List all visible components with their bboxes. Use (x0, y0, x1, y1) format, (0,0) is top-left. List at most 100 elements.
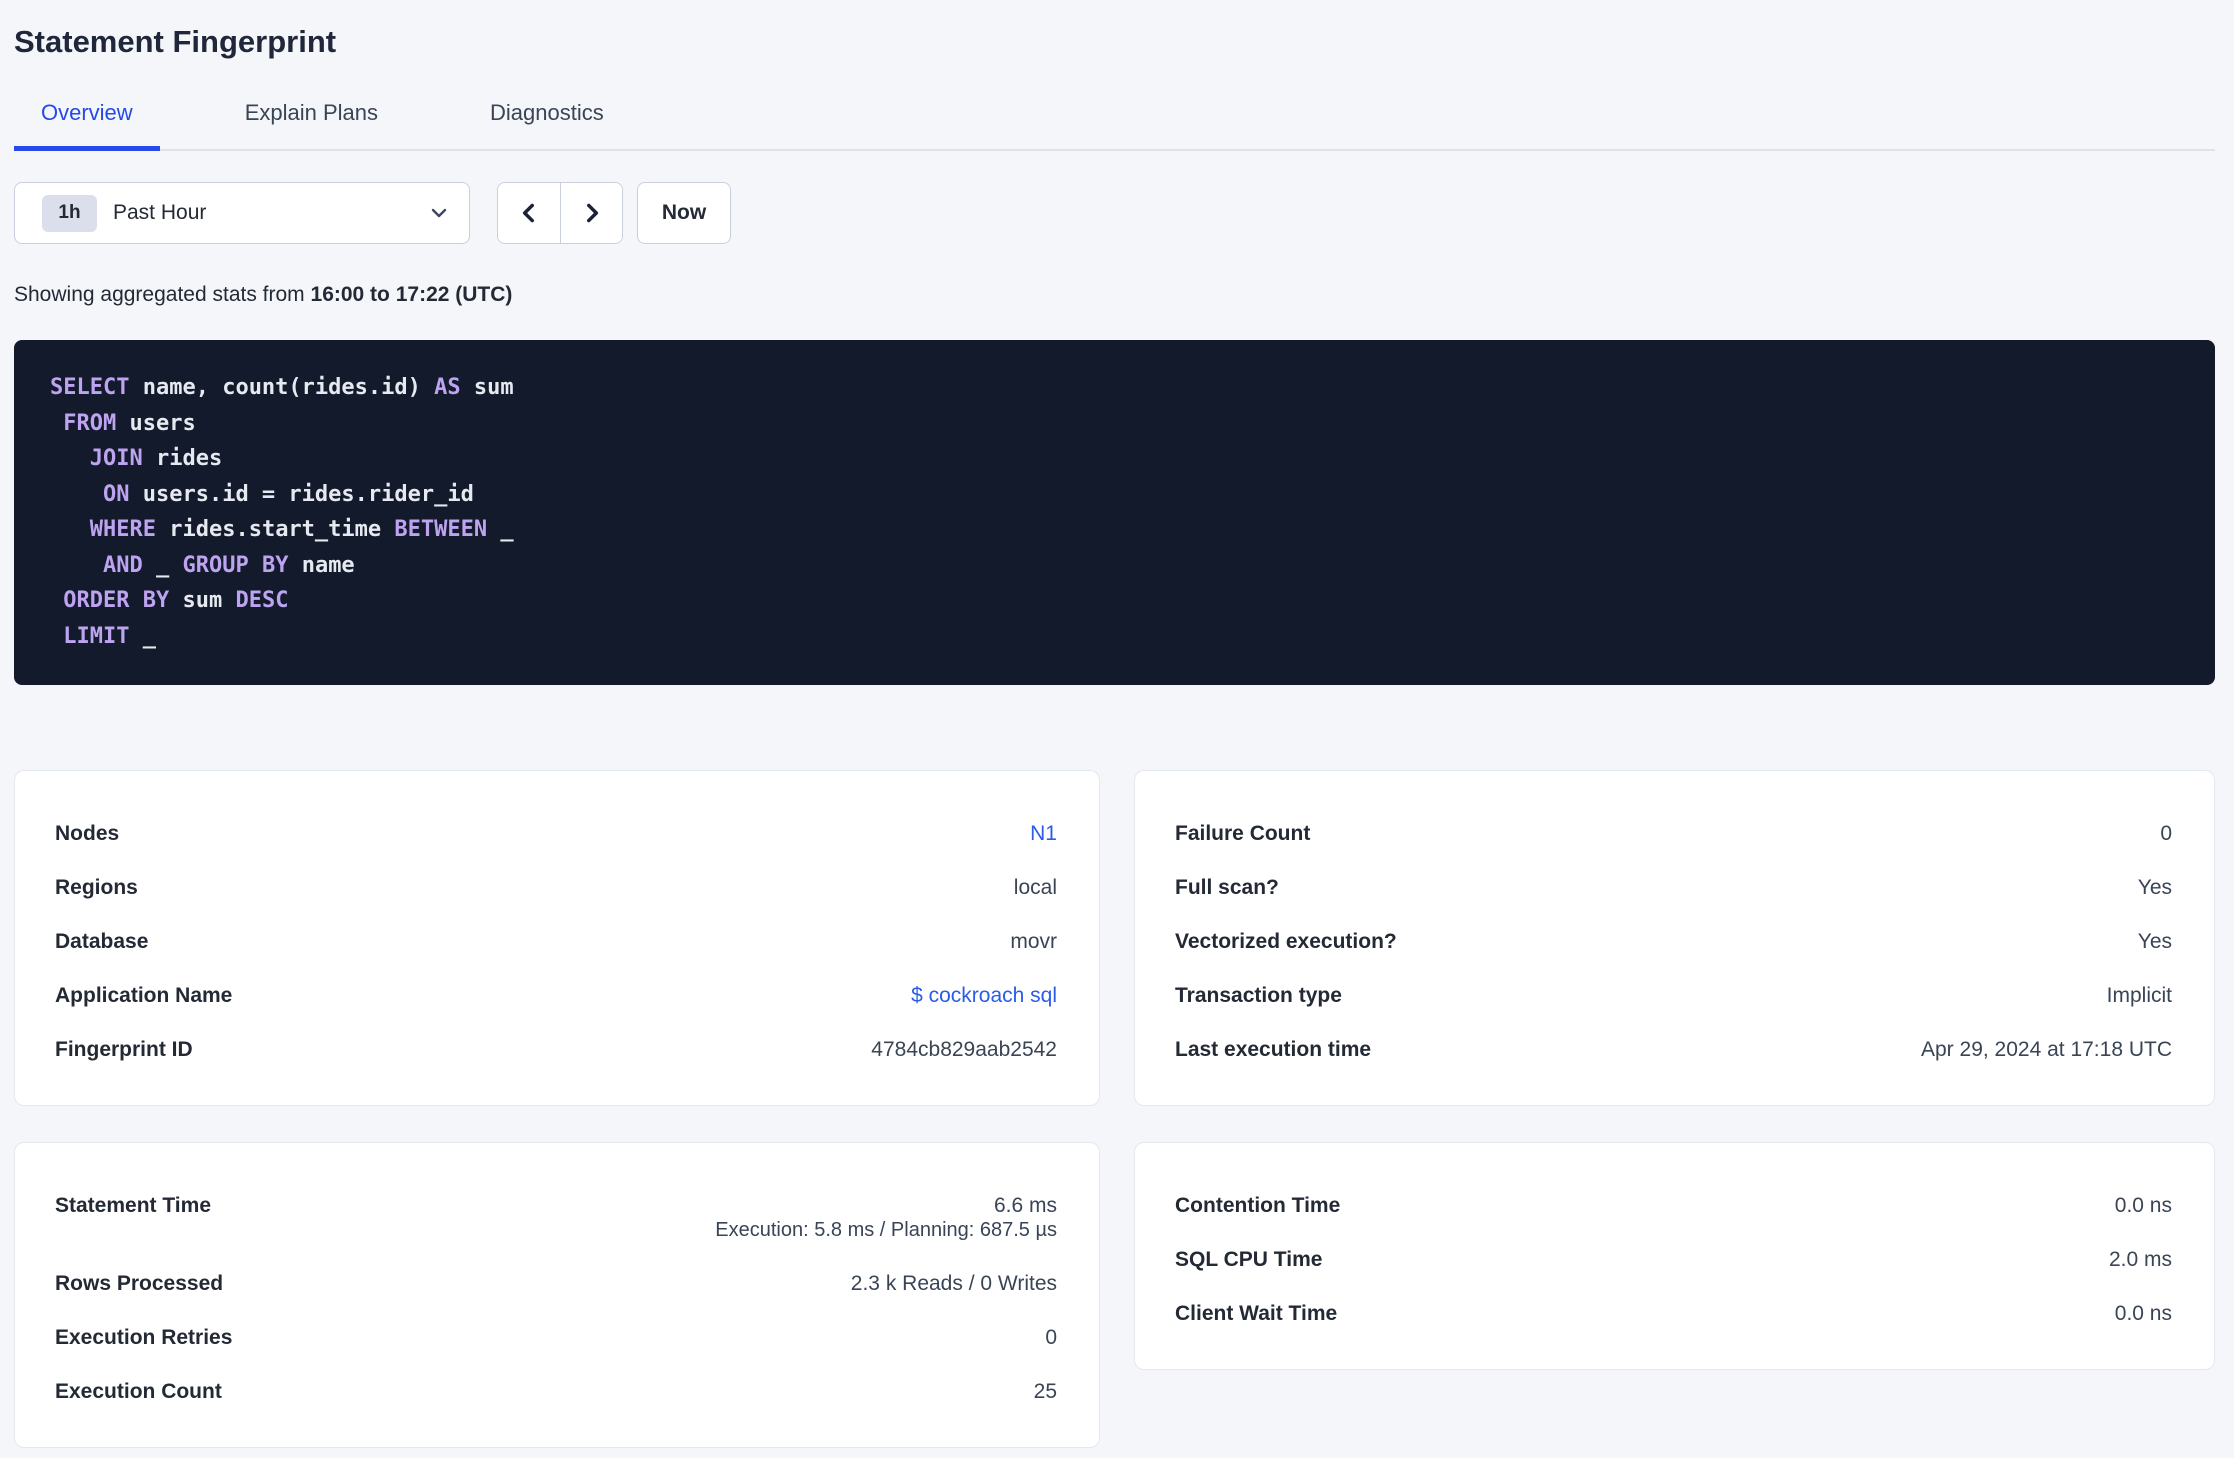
time-range-selector[interactable]: 1h Past Hour (14, 182, 470, 244)
execution-attributes-card: Failure Count 0 Full scan? Yes Vectorized ex… (1134, 770, 2215, 1106)
aggregated-stats-range: 16:00 to 17:22 (UTC) (310, 283, 513, 306)
sql-keyword: AND (102, 552, 143, 578)
stat-row: Application Name $ cockroach sql (55, 969, 1057, 1023)
sql-text: name, count(rides.id) (129, 375, 435, 400)
sql-keyword: GROUP BY (182, 552, 289, 578)
stat-value: Implicit (2106, 984, 2172, 1007)
stat-value-link[interactable]: $ cockroach sql (911, 969, 1057, 1023)
stat-value: Yes (2137, 930, 2172, 953)
stat-value: 2.3 k Reads / 0 Writes (850, 1272, 1057, 1295)
stat-value-wrap: Implicit (2107, 969, 2172, 1023)
chevron-right-icon (586, 203, 598, 223)
sql-text: _ (487, 517, 514, 542)
stat-value: 4784cb829aab2542 (871, 1038, 1057, 1061)
sql-line: WHERE rides.start_time BETWEEN _ (50, 512, 2179, 548)
sql-keyword: JOIN (89, 446, 143, 471)
stat-row: Fingerprint ID 4784cb829aab2542 (55, 1023, 1057, 1077)
wait-times-rows: Contention Time 0.0 ns SQL CPU Time 2.0 ms C… (1175, 1179, 2172, 1341)
stat-label: Fingerprint ID (55, 1038, 193, 1061)
sql-text: _ (142, 552, 183, 578)
aggregated-stats-note: Showing aggregated stats from 16:00 to 1… (14, 282, 2215, 308)
sql-keyword: SELECT (50, 375, 130, 400)
stat-row: Vectorized execution? Yes (1175, 915, 2172, 969)
next-range-button[interactable] (560, 183, 622, 243)
stat-value-wrap: movr (1010, 915, 1057, 969)
stat-subvalue: Execution: 5.8 ms / Planning: 687.5 µs (715, 1219, 1057, 1241)
stat-row: Failure Count 0 (1175, 807, 2172, 861)
stat-label: Database (55, 930, 149, 953)
sql-text: _ (129, 623, 156, 649)
stat-value: 0.0 ns (2114, 1302, 2172, 1325)
statement-details-card: Nodes N1 Regions local Database movr Applicati… (14, 770, 1100, 1106)
stat-row: Statement Time 6.6 ms Execution: 5.8 ms / … (55, 1179, 1057, 1257)
sql-text: sum (169, 588, 236, 613)
sql-line: SELECT name, count(rides.id) AS sum (50, 370, 2179, 406)
stat-value-wrap: Yes (2138, 915, 2172, 969)
stat-value-wrap: Apr 29, 2024 at 17:18 UTC (1921, 1023, 2172, 1077)
stat-label: Last execution time (1175, 1038, 1372, 1061)
stat-row: Database movr (55, 915, 1057, 969)
stat-row: Nodes N1 (55, 807, 1057, 861)
sql-keyword: BETWEEN (394, 517, 488, 542)
stat-value-wrap: 25 (1034, 1365, 1057, 1419)
wait-times-card: Contention Time 0.0 ns SQL CPU Time 2.0 ms C… (1134, 1142, 2215, 1370)
stat-value: 0.0 ns (2114, 1194, 2172, 1217)
stat-label: Failure Count (1175, 822, 1311, 845)
chevron-left-icon (522, 203, 534, 223)
stat-value-wrap: Yes (2138, 861, 2172, 915)
statement-times-rows: Statement Time 6.6 ms Execution: 5.8 ms / … (55, 1179, 1057, 1419)
stat-row: Transaction type Implicit (1175, 969, 2172, 1023)
stat-label: Execution Count (55, 1380, 222, 1403)
now-button[interactable]: Now (637, 182, 731, 244)
stat-value-wrap: $ cockroach sql (911, 969, 1057, 1023)
sql-line: ON users.id = rides.rider_id (50, 477, 2179, 513)
stat-value-wrap: 2.0 ms (2109, 1233, 2172, 1287)
sql-text: rides.start_time (155, 517, 395, 542)
stat-value: 0 (2160, 822, 2172, 845)
sql-line: AND _ GROUP BY name (50, 548, 2179, 584)
stat-label: Vectorized execution? (1175, 930, 1397, 953)
stat-value-wrap: 0 (1045, 1311, 1057, 1365)
stat-row: Last execution time Apr 29, 2024 at 17:18… (1175, 1023, 2172, 1077)
stat-label: Full scan? (1175, 876, 1279, 899)
stat-label: Statement Time (55, 1194, 211, 1217)
stat-value-wrap: N1 (1030, 807, 1057, 861)
stat-value: local (1013, 876, 1057, 899)
tab-explain-plans[interactable]: Explain Plans (218, 100, 405, 151)
stat-label: Execution Retries (55, 1326, 233, 1349)
time-controls: 1h Past Hour Now (14, 182, 2215, 244)
tab-bar: Overview Explain Plans Diagnostics (14, 100, 2215, 151)
stat-value-wrap: 4784cb829aab2542 (871, 1023, 1057, 1077)
overview-cards-top: Nodes N1 Regions local Database movr Applicati… (14, 770, 2215, 1106)
sql-text: name (288, 552, 355, 578)
stat-label: Nodes (55, 822, 120, 845)
stat-value-wrap: 0.0 ns (2115, 1179, 2172, 1233)
sql-keyword: LIMIT (63, 623, 130, 649)
tab-diagnostics[interactable]: Diagnostics (463, 100, 631, 151)
stat-row: Client Wait Time 0.0 ns (1175, 1287, 2172, 1341)
tab-overview[interactable]: Overview (14, 100, 160, 151)
sql-line: ORDER BY sum DESC (50, 583, 2179, 619)
stat-row: SQL CPU Time 2.0 ms (1175, 1233, 2172, 1287)
stat-value-wrap: 6.6 ms Execution: 5.8 ms / Planning: 687.… (715, 1179, 1057, 1257)
prev-range-button[interactable] (498, 183, 560, 243)
chevron-down-icon (431, 208, 447, 218)
stat-value-link[interactable]: N1 (1030, 807, 1057, 861)
sql-keyword: DESC (235, 588, 289, 613)
stat-row: Full scan? Yes (1175, 861, 2172, 915)
stat-label: Transaction type (1175, 984, 1342, 1007)
statement-fingerprint-page: Statement Fingerprint Overview Explain P… (0, 0, 2234, 1448)
page-title: Statement Fingerprint (14, 24, 337, 59)
stat-row: Regions local (55, 861, 1057, 915)
sql-keyword: FROM (63, 410, 117, 436)
stat-label: Client Wait Time (1175, 1302, 1338, 1325)
stat-value: movr (1010, 930, 1057, 953)
sql-text: users (116, 410, 196, 436)
sql-keyword: AS (434, 375, 461, 400)
sql-text: sum (460, 375, 514, 400)
